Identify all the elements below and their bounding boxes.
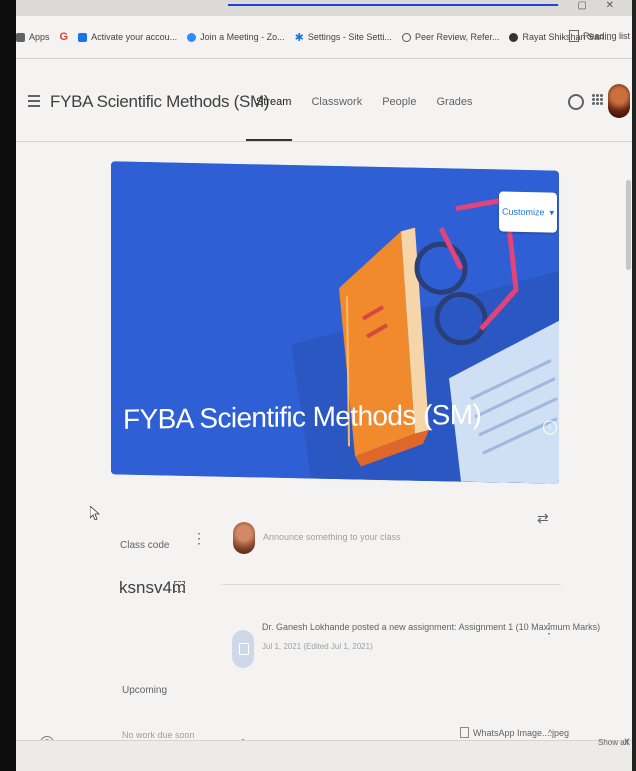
bookmark-google[interactable]: G bbox=[60, 31, 69, 43]
scrollbar[interactable] bbox=[626, 180, 631, 270]
repost-icon[interactable]: ⇄ bbox=[537, 510, 549, 527]
file-icon bbox=[460, 727, 469, 738]
upcoming-label: Upcoming bbox=[122, 685, 168, 696]
zoom-icon bbox=[187, 32, 197, 42]
chevron-up-icon[interactable]: ^ bbox=[548, 728, 552, 738]
announce-box[interactable]: Announce something to your class ⇄ bbox=[221, 510, 561, 585]
tab-people[interactable]: People bbox=[382, 96, 416, 108]
class-tabs: Stream Classwork People Grades bbox=[256, 96, 493, 108]
more-options-icon[interactable]: ⋮ bbox=[192, 530, 206, 547]
header-divider bbox=[16, 141, 632, 142]
customize-label: Customize bbox=[501, 206, 545, 218]
tab-grades[interactable]: Grades bbox=[436, 96, 472, 108]
monitor-bezel-right bbox=[632, 0, 636, 771]
bookmark-label: Activate your accou... bbox=[91, 32, 178, 42]
chevron-down-icon: ▾ bbox=[549, 206, 555, 218]
bookmark-icon bbox=[78, 32, 88, 42]
apps-grid-icon bbox=[16, 32, 25, 42]
settings-icon: ✱ bbox=[294, 31, 304, 44]
bookmark-activate-account[interactable]: Activate your accou... bbox=[78, 32, 177, 42]
globe-icon bbox=[509, 32, 519, 42]
download-bar bbox=[16, 740, 632, 771]
assignment-icon bbox=[232, 630, 254, 668]
gear-icon[interactable] bbox=[568, 94, 584, 110]
bookmark-zoom[interactable]: Join a Meeting - Zo... bbox=[187, 32, 285, 42]
download-file-name: WhatsApp Image....jpeg bbox=[473, 727, 570, 738]
page-icon bbox=[401, 32, 411, 42]
bookmark-label: Join a Meeting - Zo... bbox=[200, 32, 285, 42]
account-avatar[interactable] bbox=[608, 84, 630, 118]
google-apps-icon[interactable] bbox=[592, 94, 604, 105]
bookmarks-bar: Apps G Activate your accou... Join a Mee… bbox=[16, 26, 632, 48]
google-icon: G bbox=[59, 31, 69, 43]
assignment-post[interactable]: Dr. Ganesh Lokhande posted a new assignm… bbox=[228, 616, 600, 696]
reading-list-icon bbox=[568, 30, 579, 42]
class-title[interactable]: FYBA Scientific Methods (SM) bbox=[50, 92, 270, 112]
user-avatar bbox=[233, 522, 255, 554]
bookmark-apps[interactable]: Apps bbox=[16, 32, 50, 42]
close-icon[interactable]: X bbox=[624, 737, 630, 747]
reading-list-label: Reading list bbox=[582, 31, 630, 41]
upcoming-empty-text: No work due soon bbox=[122, 730, 195, 740]
customize-button[interactable]: Customize ▾ bbox=[499, 191, 557, 233]
mouse-cursor-icon bbox=[90, 506, 100, 520]
bookmark-label: Peer Review, Refer... bbox=[414, 32, 500, 42]
banner-illustration bbox=[111, 161, 559, 484]
window-controls: — ▢ ✕ bbox=[548, 0, 622, 11]
bookmark-label: Settings - Site Setti... bbox=[307, 32, 392, 42]
browser-screen: — ▢ ✕ Apps G Activate your accou... Join… bbox=[16, 0, 632, 771]
reading-list-button[interactable]: Reading list bbox=[568, 30, 630, 42]
more-options-icon[interactable]: ⋮ bbox=[542, 620, 556, 637]
address-bar-url[interactable] bbox=[228, 0, 558, 6]
bookmark-label: Apps bbox=[29, 32, 50, 42]
bookmark-settings[interactable]: ✱ Settings - Site Setti... bbox=[295, 31, 392, 44]
download-item[interactable]: WhatsApp Image....jpeg bbox=[460, 727, 569, 738]
main-menu-icon[interactable] bbox=[28, 95, 40, 110]
banner-title: FYBA Scientific Methods (SM) bbox=[123, 398, 482, 435]
monitor-bezel-left bbox=[0, 0, 16, 771]
info-icon[interactable]: i bbox=[543, 420, 557, 435]
class-code-label: Class code bbox=[120, 540, 170, 551]
announce-placeholder[interactable]: Announce something to your class bbox=[263, 532, 401, 542]
post-date: Jul 1, 2021 (Edited Jul 1, 2021) bbox=[262, 642, 373, 651]
fullscreen-icon[interactable] bbox=[174, 581, 185, 592]
tab-stream[interactable]: Stream bbox=[256, 96, 291, 108]
bookmark-peer-review[interactable]: Peer Review, Refer... bbox=[401, 32, 500, 42]
class-banner: Customize ▾ FYBA Scientific Methods (SM)… bbox=[111, 161, 559, 484]
tab-classwork[interactable]: Classwork bbox=[311, 96, 362, 108]
bookmarks-divider bbox=[16, 58, 632, 59]
address-bar[interactable]: — ▢ ✕ bbox=[16, 0, 632, 16]
